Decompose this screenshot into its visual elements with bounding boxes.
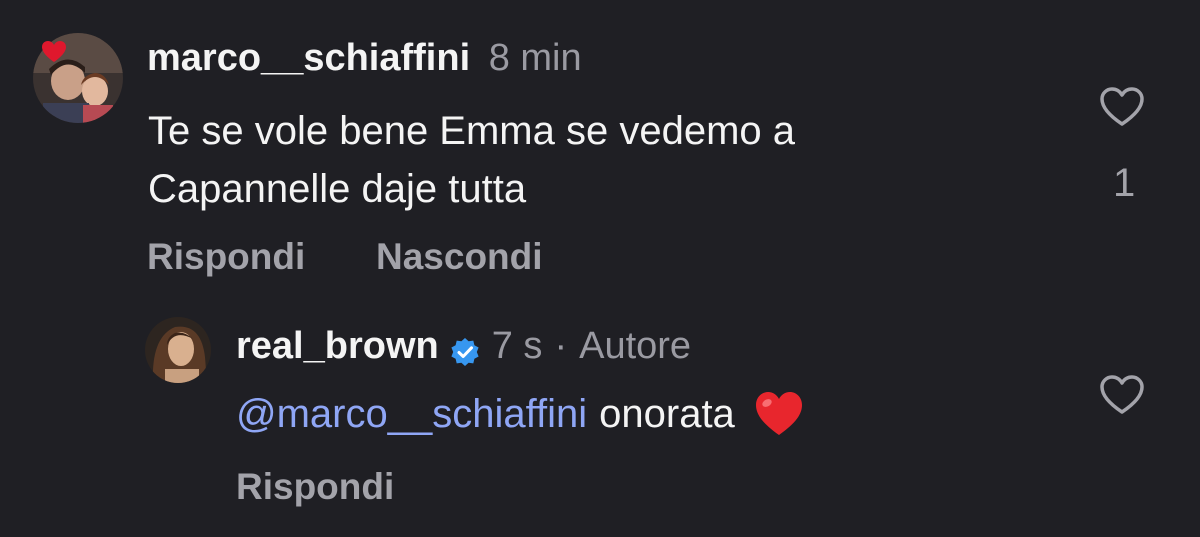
heart-outline-icon xyxy=(1099,375,1145,420)
comment-text: Te se vole bene Emma se vedemo a Capanne… xyxy=(148,102,795,218)
comment-header: marco__schiaffini 8 min xyxy=(147,34,582,82)
comment-text-line: Capannelle daje tutta xyxy=(148,167,527,211)
timestamp: 7 s xyxy=(491,325,543,367)
heart-outline-icon xyxy=(1099,87,1145,132)
reply-text: @marco__schiaffini onorata xyxy=(236,386,805,442)
heart-icon xyxy=(41,40,67,64)
reply-button[interactable]: Rispondi xyxy=(147,234,305,280)
username[interactable]: marco__schiaffini xyxy=(147,37,470,79)
reply-button[interactable]: Rispondi xyxy=(236,464,394,510)
separator: · xyxy=(554,325,568,367)
author-label: Autore xyxy=(579,325,692,367)
comment-text-line: Te se vole bene Emma se vedemo a xyxy=(148,109,796,153)
mention-link[interactable]: @marco__schiaffini xyxy=(236,386,587,442)
reply-header: real_brown 7 s · Autore xyxy=(236,322,691,370)
like-button[interactable] xyxy=(1099,374,1145,416)
reply-text-content: onorata xyxy=(599,392,735,436)
like-button[interactable] xyxy=(1099,86,1145,128)
hide-button[interactable]: Nascondi xyxy=(376,234,543,280)
avatar[interactable] xyxy=(145,317,211,383)
comment-item: marco__schiaffini 8 min Te se vole bene … xyxy=(0,0,1200,300)
like-count: 1 xyxy=(1113,161,1136,205)
reply-item: real_brown 7 s · Autore @marco__schiaffi… xyxy=(0,300,1200,537)
username[interactable]: real_brown xyxy=(236,322,439,370)
timestamp: 8 min xyxy=(488,37,582,79)
verified-badge-icon xyxy=(450,331,480,366)
red-heart-emoji xyxy=(753,389,805,439)
